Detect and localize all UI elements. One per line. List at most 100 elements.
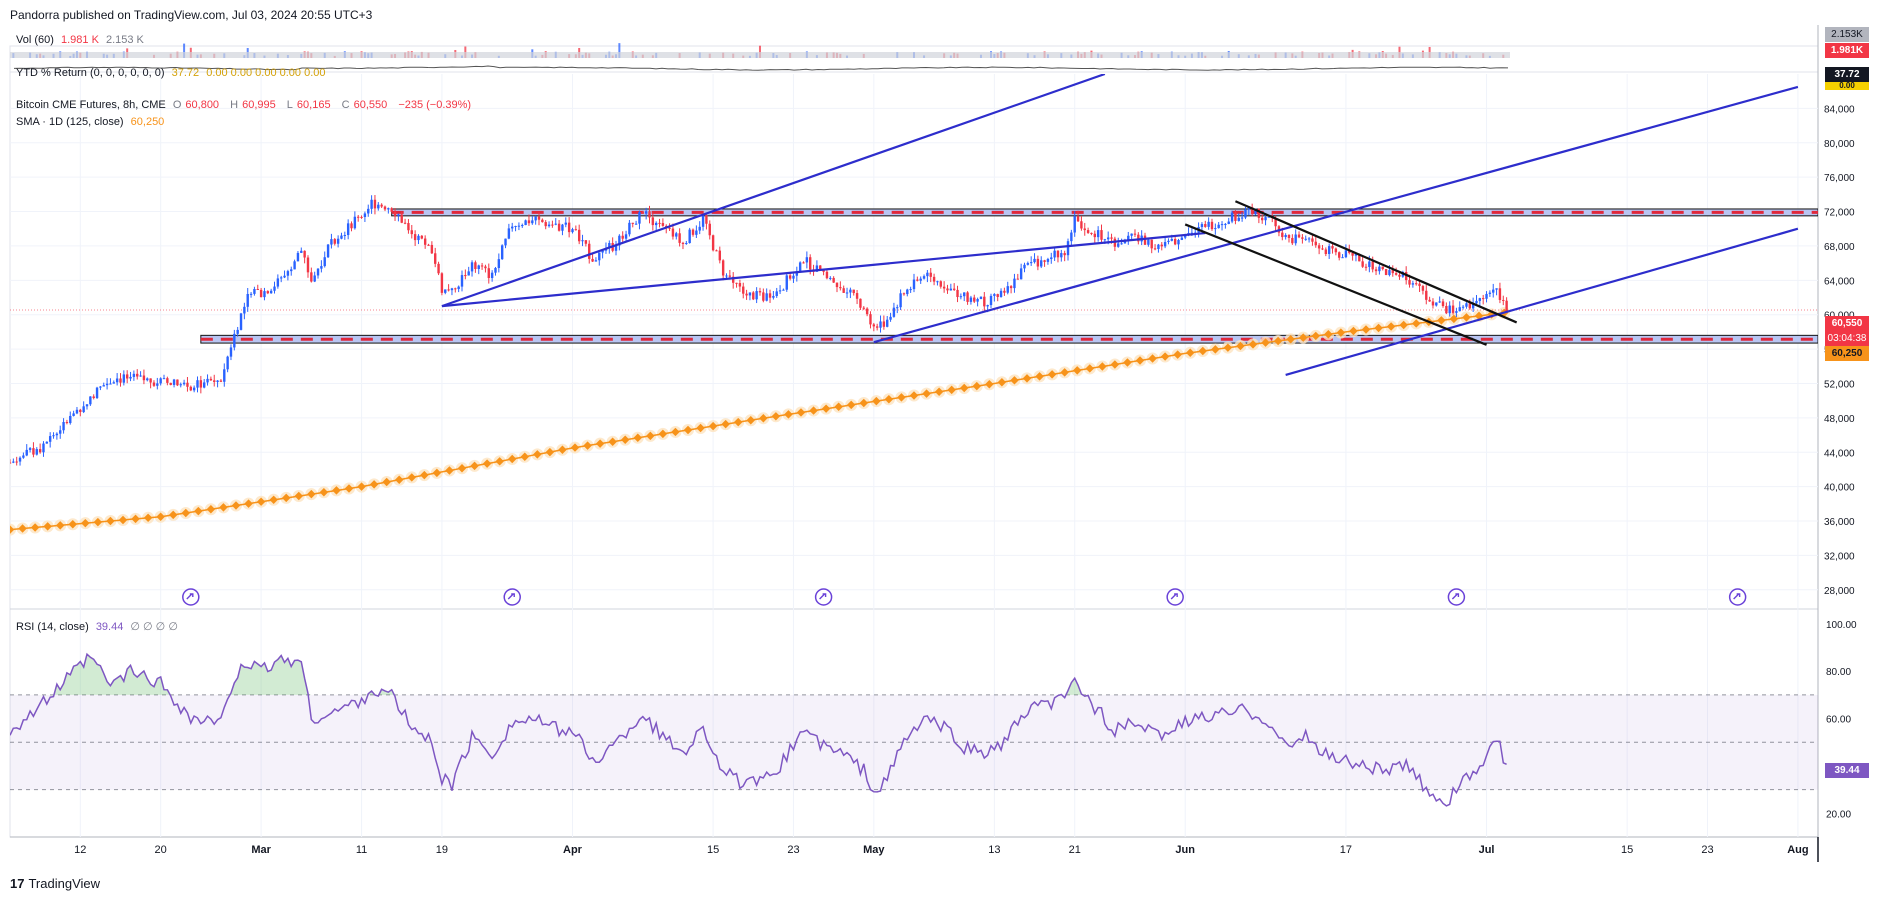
candle-body <box>952 288 956 290</box>
candle-body <box>1478 298 1482 301</box>
candle-body <box>1281 232 1284 238</box>
candle-body <box>467 271 470 276</box>
candle-body <box>75 409 79 414</box>
tradingview-brand: TradingView <box>28 876 101 891</box>
candle-body <box>942 286 946 289</box>
candle-body <box>95 387 99 399</box>
trendline <box>441 231 1206 308</box>
candle-body <box>735 282 738 284</box>
candle-body <box>326 244 330 258</box>
candle-body <box>206 378 209 383</box>
candle-body <box>1033 258 1036 263</box>
candle-body <box>1297 234 1301 238</box>
candle-body <box>718 250 722 261</box>
candle-body <box>1096 230 1100 238</box>
candle-body <box>149 378 152 383</box>
candle-body <box>845 292 849 294</box>
candle-body <box>879 321 882 328</box>
candle-body <box>1244 209 1247 218</box>
vol-value1: 1.981 K <box>60 34 99 46</box>
candle-body <box>778 290 782 292</box>
candle-body <box>1120 243 1123 245</box>
range-band <box>391 208 1818 217</box>
candle-body <box>671 228 675 237</box>
candle-body <box>82 406 85 413</box>
high-value: 60,995 <box>242 99 276 111</box>
candle-body <box>1053 250 1056 258</box>
candle-body <box>1485 293 1488 299</box>
candle-body <box>1492 289 1495 293</box>
low-label: L <box>286 99 293 111</box>
candle-body <box>1495 288 1498 290</box>
sma-label: SMA · 1D (125, close) <box>16 116 124 128</box>
tradingview-footer[interactable]: 17 TradingView <box>10 876 100 891</box>
rsi-label: RSI (14, close) <box>16 621 89 633</box>
price-tick-label: 84,000 <box>1824 104 1855 115</box>
candle-body <box>410 230 413 235</box>
candle-body <box>99 386 102 388</box>
candle-body <box>1050 257 1053 260</box>
candle-body <box>1167 240 1170 243</box>
candle-body <box>926 272 929 277</box>
candle-body <box>922 276 926 279</box>
candle-body <box>675 233 678 237</box>
open-label: O <box>172 99 182 111</box>
candle-body <box>109 383 112 385</box>
sma-legend: SMA · 1D (125, close) 60,250 <box>16 116 168 128</box>
candle-body <box>156 383 159 386</box>
candle-body <box>768 293 772 298</box>
candle-body <box>1294 234 1297 244</box>
candle-body <box>474 262 477 269</box>
candle-body <box>809 257 812 270</box>
candle-body <box>1170 238 1174 241</box>
candle-body <box>849 289 852 293</box>
candle-body <box>765 293 768 301</box>
candle-body <box>1043 260 1046 262</box>
candle-body <box>464 275 467 277</box>
candle-body <box>755 291 758 300</box>
candle-body <box>969 297 973 302</box>
candle-body <box>263 291 266 298</box>
candle-body <box>658 222 661 224</box>
candle-body <box>711 235 715 251</box>
trendlines[interactable] <box>441 74 1799 376</box>
price-tick-label: 68,000 <box>1824 242 1855 253</box>
candle-body <box>996 294 999 297</box>
time-tick-label: 19 <box>436 844 448 856</box>
candle-body <box>1090 232 1093 234</box>
candle-body <box>1217 224 1220 229</box>
candle-body <box>1160 244 1163 247</box>
candle-body <box>906 289 909 295</box>
candle-body <box>631 222 634 224</box>
candle-body <box>162 378 166 380</box>
candle-body <box>437 263 440 274</box>
candle-body <box>367 208 370 214</box>
vol-axis-tag-top: 2.153K <box>1825 27 1869 42</box>
candle-body <box>199 380 203 388</box>
candle-body <box>829 277 832 279</box>
candle-body <box>52 435 55 437</box>
candle-body <box>1103 239 1107 241</box>
candle-body <box>598 252 601 261</box>
rsi-tick-label: 80.00 <box>1826 667 1851 678</box>
event-markers[interactable] <box>182 588 1747 606</box>
candle-body <box>531 220 534 224</box>
candle-body <box>450 288 454 291</box>
candle-body <box>785 275 788 290</box>
candle-body <box>859 298 862 308</box>
event-marker-icon <box>814 588 833 606</box>
candle-body <box>119 378 122 383</box>
candle-body <box>500 245 504 260</box>
candle-body <box>1237 217 1240 221</box>
ytd-value: 37.72 <box>171 67 200 79</box>
countdown-tag: 03:04:38 <box>1825 331 1869 346</box>
candle-body <box>993 294 996 296</box>
candle-body <box>577 229 581 242</box>
candle-body <box>460 275 464 287</box>
candle-body <box>544 222 547 227</box>
chart-canvas[interactable]: 28,000 32,000 36,000 40,000 44,000 48,000 52,0… <box>0 0 1891 901</box>
candle-body <box>1458 307 1461 312</box>
sma-price-tag: 60,250 <box>1825 346 1869 361</box>
candle-body <box>494 267 497 273</box>
time-tick-label: Apr <box>563 844 583 856</box>
